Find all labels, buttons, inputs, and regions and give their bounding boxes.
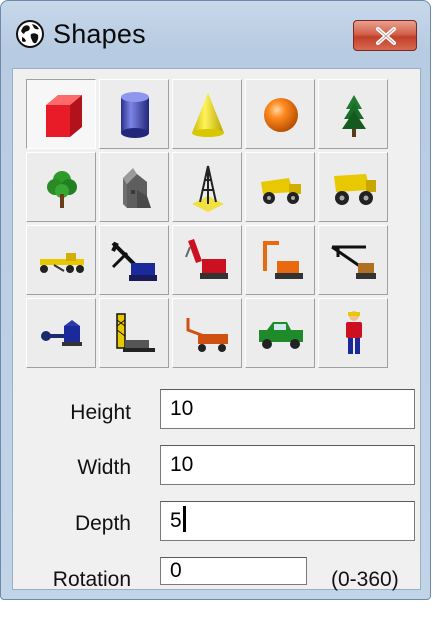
globe-icon: [15, 19, 45, 49]
close-icon: [376, 27, 396, 45]
deciduous-tree-icon: [47, 171, 77, 208]
shape-tile-cone[interactable]: [172, 79, 242, 149]
crane-icon: [331, 245, 376, 279]
blue-cylinder-icon: [121, 92, 149, 138]
shape-tile-cylinder[interactable]: [99, 79, 169, 149]
excavator-icon: [263, 241, 303, 279]
haul-truck-icon: [334, 174, 376, 205]
gray-building-icon: [123, 168, 151, 208]
shape-tile-cube[interactable]: [26, 79, 96, 149]
rotation-label: Rotation: [52, 568, 131, 591]
drill-rig-icon: [116, 313, 155, 352]
red-cube-icon: [46, 95, 82, 137]
shape-tile-pickup-truck[interactable]: [245, 298, 315, 368]
shape-tile-dump-truck[interactable]: [245, 152, 315, 222]
rotation-value: 0: [170, 559, 182, 582]
drill-icon: [41, 320, 82, 346]
text-caret: [182, 506, 186, 533]
orange-sphere-icon: [264, 98, 298, 132]
shapes-window: Shapes Height 10 Width 10 Depth 5 Rotati…: [0, 0, 431, 600]
shape-tile-drill[interactable]: [26, 298, 96, 368]
depth-value: 5: [170, 509, 182, 532]
close-button[interactable]: [353, 20, 417, 51]
height-value: 10: [170, 397, 194, 420]
shovel-icon: [185, 239, 228, 279]
shape-tile-drill-rig[interactable]: [99, 298, 169, 368]
pickup-truck-icon: [259, 322, 303, 349]
shape-tile-crane[interactable]: [318, 225, 388, 295]
shape-tile-pine-tree[interactable]: [318, 79, 388, 149]
dump-truck-icon: [261, 178, 301, 204]
shape-tile-building[interactable]: [99, 152, 169, 222]
rotation-range-hint: (0-360): [331, 568, 399, 591]
dragline-icon: [111, 241, 157, 281]
pine-tree-icon: [342, 95, 366, 137]
yellow-cone-icon: [192, 93, 224, 137]
shape-tile-conveyor-truck[interactable]: [172, 298, 242, 368]
width-input[interactable]: 10: [160, 445, 415, 485]
tower-icon: [192, 165, 224, 212]
shape-tile-tower[interactable]: [172, 152, 242, 222]
title-bar[interactable]: Shapes: [1, 1, 430, 67]
shape-tile-person[interactable]: [318, 298, 388, 368]
conveyor-truck-icon: [186, 318, 228, 352]
shape-tile-excavator[interactable]: [245, 225, 315, 295]
shape-tile-grader[interactable]: [26, 225, 96, 295]
height-label: Height: [70, 401, 131, 424]
shape-tile-haul-truck[interactable]: [318, 152, 388, 222]
width-label: Width: [77, 456, 131, 479]
depth-input[interactable]: 5: [160, 501, 415, 541]
person-icon: [346, 311, 362, 354]
shapes-panel: Height 10 Width 10 Depth 5 Rotation 0 (0…: [12, 68, 421, 591]
width-value: 10: [170, 453, 194, 476]
shape-tile-dragline[interactable]: [99, 225, 169, 295]
rotation-input[interactable]: 0: [160, 557, 307, 585]
depth-label: Depth: [74, 512, 131, 535]
shape-tile-sphere[interactable]: [245, 79, 315, 149]
shape-tile-shovel[interactable]: [172, 225, 242, 295]
height-input[interactable]: 10: [160, 389, 415, 429]
grader-icon: [40, 253, 84, 273]
shape-tile-deciduous-tree[interactable]: [26, 152, 96, 222]
window-title: Shapes: [53, 19, 146, 49]
